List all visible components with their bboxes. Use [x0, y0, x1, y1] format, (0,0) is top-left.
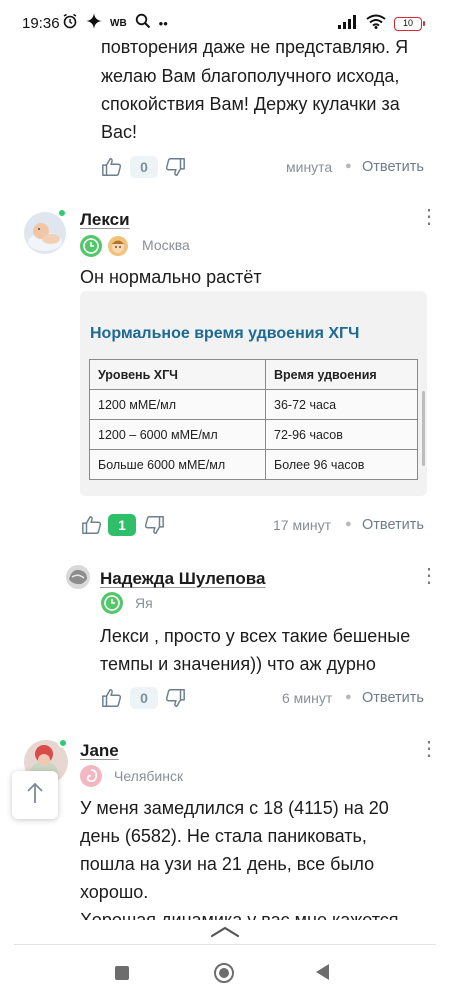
separator-dot: ●: [345, 160, 352, 172]
search-icon: [135, 13, 151, 34]
table-cell: Больше 6000 мМЕ/мл: [89, 449, 266, 480]
table-header: Уровень ХГЧ: [89, 359, 266, 390]
table-header: Время удвоения: [265, 359, 418, 390]
scroll-to-top-button[interactable]: [12, 771, 58, 819]
table-row: Больше 6000 мМЕ/мл Более 96 часов: [89, 449, 418, 480]
alarm-icon: [62, 13, 78, 34]
author-name[interactable]: Jane: [80, 741, 119, 761]
avatar[interactable]: [66, 565, 90, 589]
wifi-icon: [366, 14, 386, 34]
back-icon[interactable]: [316, 964, 329, 980]
fetus-badge-icon: [80, 765, 102, 787]
separator-dot: ●: [345, 691, 352, 703]
author-name[interactable]: Надежда Шулепова: [100, 569, 265, 589]
table-cell: 1200 мМЕ/мл: [89, 389, 266, 420]
comment-time: 17 минут: [273, 517, 332, 533]
recents-icon[interactable]: [115, 966, 129, 980]
separator-dot: ●: [345, 518, 352, 530]
table-row: 1200 – 6000 мМЕ/мл 72-96 часов: [89, 419, 418, 450]
comment-time: минута: [286, 159, 333, 175]
comment-time: 6 минут: [282, 690, 333, 706]
clock-badge-icon: [80, 235, 102, 257]
home-icon[interactable]: [214, 963, 234, 983]
more-icon: ••: [158, 15, 168, 31]
hcg-table: Уровень ХГЧ Время удвоения 1200 мМЕ/мл 3…: [89, 359, 418, 480]
child-badge-icon: [108, 236, 128, 256]
vote-count: 0: [130, 687, 158, 709]
online-indicator: [57, 208, 67, 218]
comment-text-line: желаю Вам благополучного исхода,: [101, 66, 400, 86]
divider: [14, 944, 436, 945]
status-system-icons: 10: [338, 14, 425, 34]
thumbs-down-icon[interactable]: [143, 514, 165, 541]
thumbs-up-icon[interactable]: [101, 156, 123, 183]
table-row: 1200 мМЕ/мл 36-72 часа: [89, 389, 418, 420]
more-options-icon[interactable]: ⋮: [419, 207, 439, 227]
comment-text-line: день (6582). Не стала паниковать,: [80, 826, 367, 846]
comment-text: Он нормально растёт: [80, 267, 262, 287]
wb-icon: WB: [110, 18, 127, 29]
comment-text-line: У меня замедлился с 18 (4115) на 20: [80, 798, 389, 818]
battery-icon: 10: [394, 17, 425, 31]
image-scrollbar: [422, 391, 425, 466]
vote-count: 1: [108, 514, 136, 536]
comment-text-line: спокойствия Вам! Держу кулачки за: [101, 94, 400, 114]
thumbs-down-icon[interactable]: [164, 687, 186, 714]
online-indicator: [58, 738, 68, 748]
thumbs-up-icon[interactable]: [101, 687, 123, 714]
author-city: Москва: [142, 237, 190, 253]
table-header-row: Уровень ХГЧ Время удвоения: [89, 359, 418, 390]
comment-text-line: хорошо.: [80, 882, 149, 902]
reply-link[interactable]: Ответить: [362, 159, 424, 175]
author-city: Яя: [135, 595, 153, 611]
comment-text-line: пошла на узи на 21 день, все было: [80, 854, 375, 874]
avatar[interactable]: [24, 212, 66, 254]
comment-text-line: Лекси , просто у всех такие бешеные: [100, 626, 411, 646]
table-cell: 1200 – 6000 мМЕ/мл: [89, 419, 266, 450]
arrow-up-icon: [26, 781, 44, 810]
vote-count: 0: [130, 156, 158, 178]
reply-link[interactable]: Ответить: [362, 517, 424, 533]
comment-text-line: Вас!: [101, 122, 138, 142]
status-bar: 19:36 WB •• 10: [0, 0, 450, 40]
status-time: 19:36: [22, 15, 60, 32]
image-title: Нормальное время удвоения ХГЧ: [90, 325, 360, 342]
author-name[interactable]: Лекси: [80, 210, 130, 230]
thumbs-down-icon[interactable]: [164, 156, 186, 183]
comment-text-line: темпы и значения)) что аж дурно: [100, 654, 376, 674]
attached-image[interactable]: Нормальное время удвоения ХГЧ Уровень ХГ…: [80, 291, 427, 496]
reply-link[interactable]: Ответить: [362, 690, 424, 706]
more-options-icon[interactable]: ⋮: [419, 739, 439, 759]
table-cell: 72-96 часов: [265, 419, 418, 450]
table-cell: 36-72 часа: [265, 389, 418, 420]
clock-badge-icon: [101, 592, 123, 614]
table-cell: Более 96 часов: [265, 449, 418, 480]
author-city: Челябинск: [114, 768, 184, 784]
chevron-up-icon[interactable]: [210, 924, 240, 943]
signal-icon: [338, 14, 358, 34]
thumbs-up-icon[interactable]: [81, 514, 103, 541]
sparkle-icon: [86, 13, 102, 34]
status-notification-icons: WB ••: [62, 13, 168, 34]
more-options-icon[interactable]: ⋮: [419, 566, 439, 586]
